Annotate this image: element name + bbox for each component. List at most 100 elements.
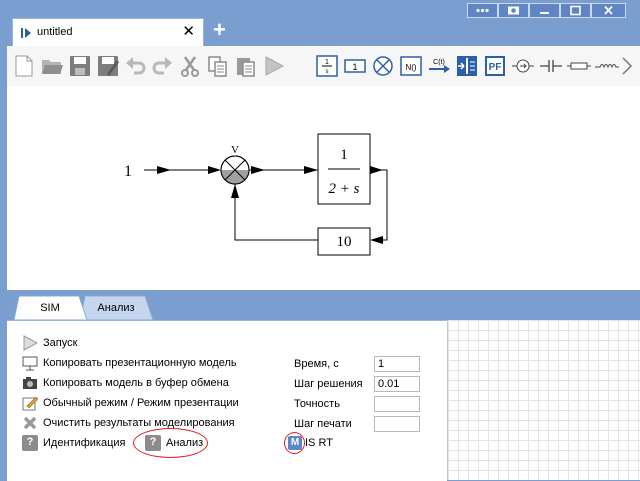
close-icon [604,5,613,15]
open-button[interactable] [40,54,64,78]
sum-feedback-arrow [231,184,239,198]
copy-button[interactable] [206,54,230,78]
preview-grid[interactable] [447,320,640,480]
output-line [370,169,388,241]
tf-numerator: 1 [340,147,348,163]
action-toggle-mode-label: Обычный режим / Режим презентации [43,397,239,409]
close-button[interactable] [591,3,626,18]
pf-block-icon: PF [485,56,505,76]
model-icon [21,28,31,38]
gain-block-button[interactable]: 1 [343,54,367,78]
paste-icon [237,58,255,77]
nonlinear-block-button[interactable]: N() [399,54,423,78]
document-tab[interactable]: untitled ✕ [12,18,204,46]
tab-sim[interactable]: SIM [19,296,81,320]
signal-source-icon: C(t) [429,59,450,73]
feedback-input-arrow [370,236,383,244]
print-step-input[interactable] [374,416,420,432]
paste-button[interactable] [234,54,258,78]
input-arrow [157,166,171,174]
feedback-line [234,184,318,241]
svg-text:1: 1 [325,59,329,66]
inductor-button[interactable] [595,54,619,78]
toolbar: 1s 1 N() C(t) PF [7,46,640,87]
new-tab-button[interactable]: + [213,18,226,42]
capacitor-button[interactable] [539,54,563,78]
sum-block-icon [373,56,393,76]
circle-block-icon [512,59,534,73]
state-block-button[interactable]: 1s [315,54,339,78]
cut-button[interactable] [178,54,202,78]
minimize-icon [540,12,549,14]
play-icon [23,335,38,351]
camera-icon [508,6,519,15]
print-step-label: Шаг печати [294,418,352,430]
signal-scope-button[interactable] [455,54,479,78]
pf-block-button[interactable]: PF [483,54,507,78]
tf-denominator: 2 + s [329,181,360,197]
save-as-button[interactable] [96,54,120,78]
simulation-panel: Запуск Копировать презентационную модель… [7,320,447,481]
new-file-button[interactable] [12,54,36,78]
camera-icon [23,377,37,389]
undo-button[interactable] [124,54,148,78]
sum-block-button[interactable] [371,54,395,78]
step-label: Шаг решения [294,378,363,390]
scissors-icon [181,56,199,77]
action-identification-label: Идентификация [43,437,126,449]
capacitor-icon [540,60,562,72]
time-label: Время, с [294,358,339,370]
minimize-button[interactable] [529,3,560,18]
step-input[interactable] [374,376,420,392]
gain-block-icon: 1 [344,59,366,73]
undo-icon [126,57,146,75]
sum-label: V [231,144,239,156]
resistor-button[interactable] [567,54,591,78]
svg-text:C(t): C(t) [433,59,445,66]
sum-block[interactable] [220,155,250,185]
action-copy-clipboard-label: Копировать модель в буфер обмена [43,377,229,389]
presentation-icon [22,356,38,371]
copy-icon [208,56,227,77]
dots-icon [476,8,489,13]
close-tab-icon[interactable]: ✕ [182,24,195,39]
input-value: 1 [124,163,132,180]
accuracy-label: Точность [294,398,340,410]
model-canvas[interactable]: 1 V 1 2 + s 10 [7,86,640,290]
edit-mode-icon [22,396,38,411]
analysis-highlight [133,428,208,458]
tf-output-arrow [370,166,383,174]
options-button[interactable] [467,3,498,18]
resistor-icon [567,62,591,70]
feedback-gain-value: 10 [337,234,352,250]
signal-scope-icon [457,56,477,76]
save-icon [70,56,90,76]
accuracy-input[interactable] [374,396,420,412]
nonlinear-block-icon: N() [400,56,422,76]
open-folder-icon [42,60,63,74]
state-block-icon: 1s [316,55,338,77]
save-button[interactable] [68,54,92,78]
svg-text:PF: PF [489,62,502,73]
svg-text:N(): N() [405,63,416,72]
clear-icon [23,416,37,430]
run-icon [265,56,285,76]
tf-input-arrow [304,166,318,174]
sum-input-arrow [208,166,221,174]
svg-text:s: s [326,69,329,75]
circle-block-button[interactable] [511,54,535,78]
document-title: untitled [37,26,73,38]
svg-text:1: 1 [352,62,357,72]
toolbar-scroll-right[interactable] [619,54,635,78]
maximize-button[interactable] [560,3,591,18]
save-as-icon [98,56,119,76]
tab-analysis[interactable]: Анализ [85,296,147,320]
run-button[interactable] [262,54,286,78]
action-copy-presentation-label: Копировать презентационную модель [43,357,237,369]
action-clear-results-label: Очистить результаты моделирования [43,417,235,429]
redo-button[interactable] [150,54,174,78]
screenshot-button[interactable] [498,3,529,18]
help-icon: ? [22,435,38,451]
time-input[interactable] [374,356,420,372]
signal-source-button[interactable]: C(t) [427,54,451,78]
